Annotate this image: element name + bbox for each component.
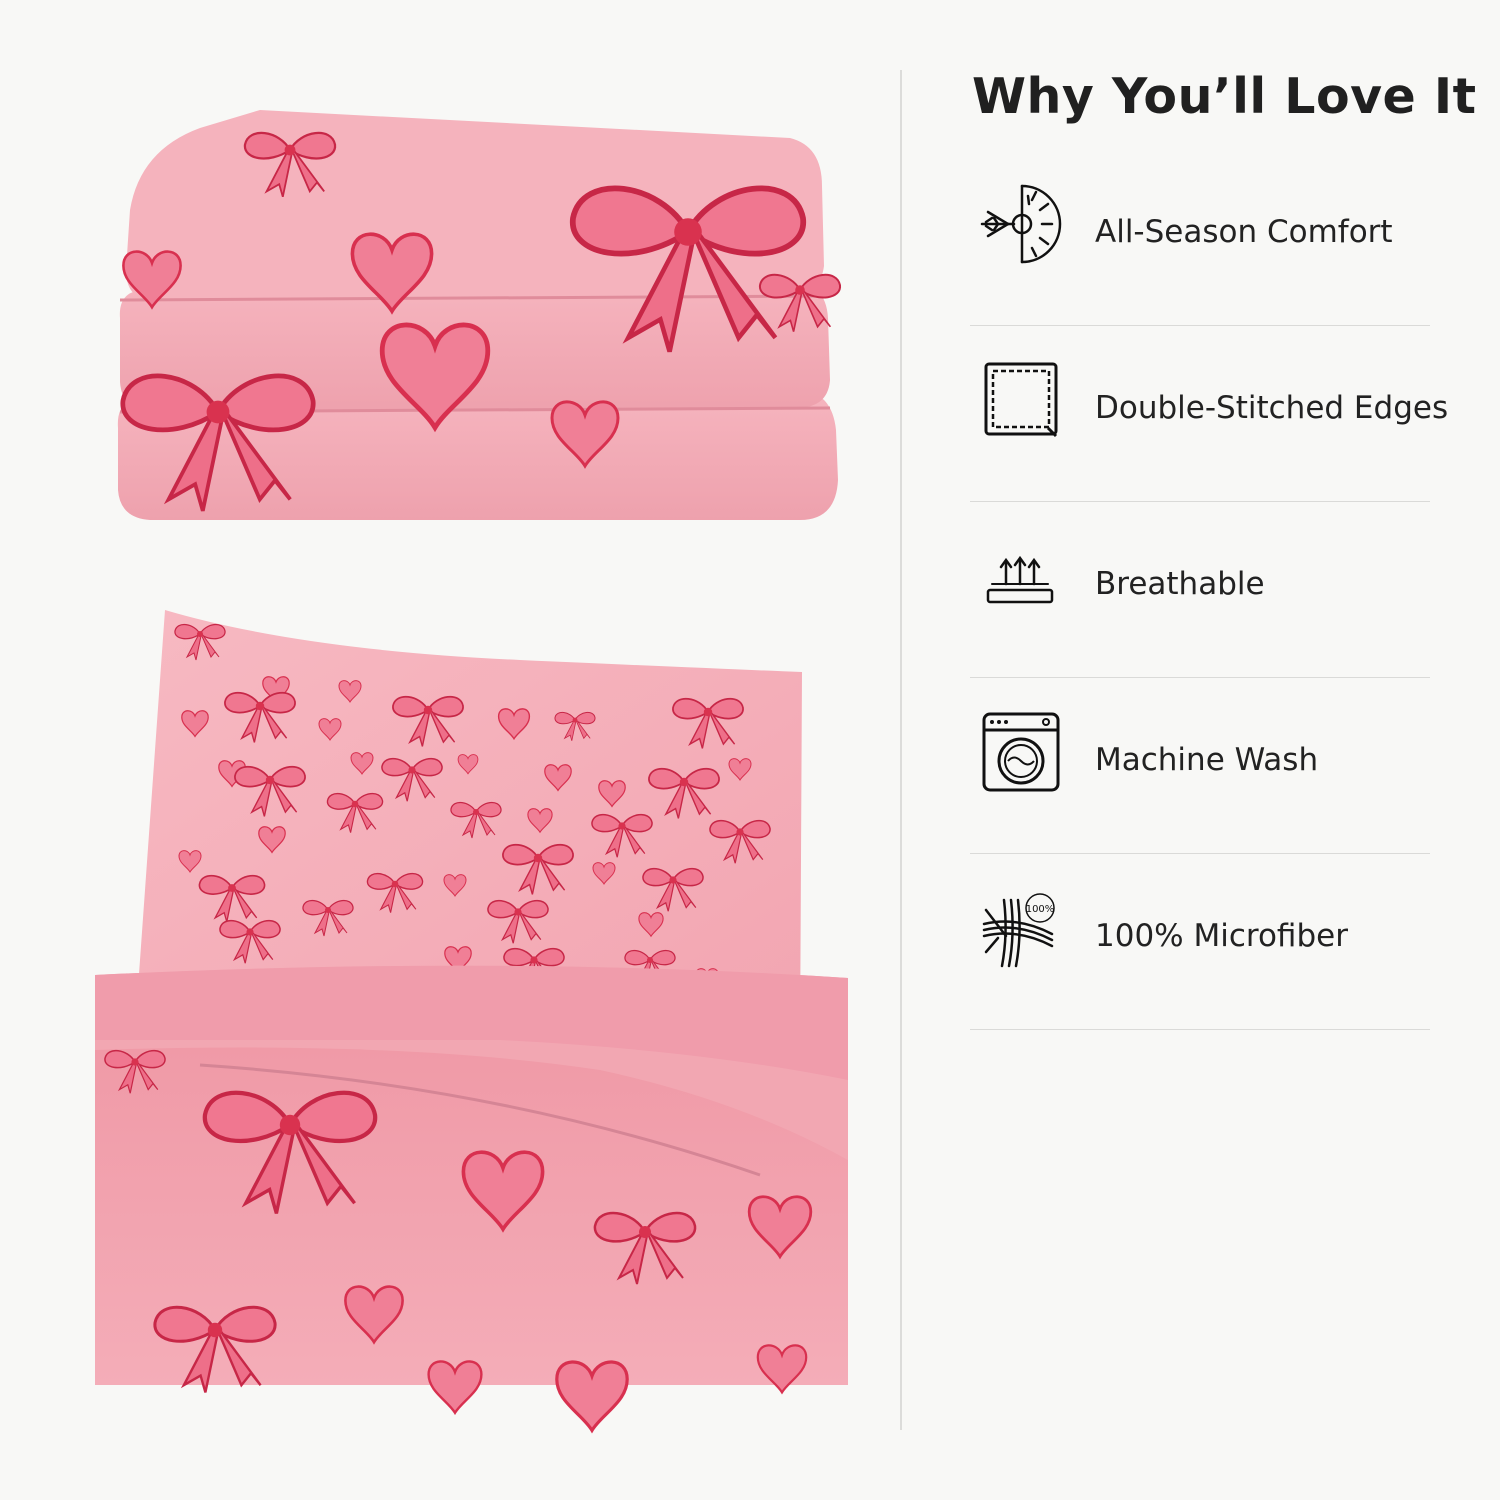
feature-breathable: Breathable [970,502,1430,678]
icon-badge-text: 100% [1026,904,1055,915]
feature-label: Machine Wash [1095,742,1319,778]
feature-label: Double-Stitched Edges [1095,390,1449,426]
stitched-square-icon [984,362,1058,438]
folded-comforter [117,110,842,520]
section-heading: Why You’ll Love It [972,68,1477,125]
feature-label: Breathable [1095,566,1265,602]
feature-separator [970,1029,1430,1030]
airflow-arrows-icon [986,555,1054,604]
duvet-cover [95,965,848,1433]
feature-label: 100% Microfiber [1095,918,1348,954]
feature-microfiber: 100% 100% Microfiber [970,854,1430,1030]
product-photo [95,110,848,1433]
feature-label: All-Season Comfort [1095,214,1393,250]
sun-snow-icon [980,184,1062,264]
vertical-divider [900,70,902,1430]
microfiber-weave-icon: 100% [982,893,1055,968]
feature-all-season: All-Season Comfort [970,150,1430,326]
feature-machine-wash: Machine Wash [970,678,1430,854]
feature-stitched-edges: Double-Stitched Edges [970,326,1448,502]
feature-list: All-Season Comfort Double-Stitched Edges… [970,150,1448,1030]
washing-machine-icon [982,712,1060,792]
